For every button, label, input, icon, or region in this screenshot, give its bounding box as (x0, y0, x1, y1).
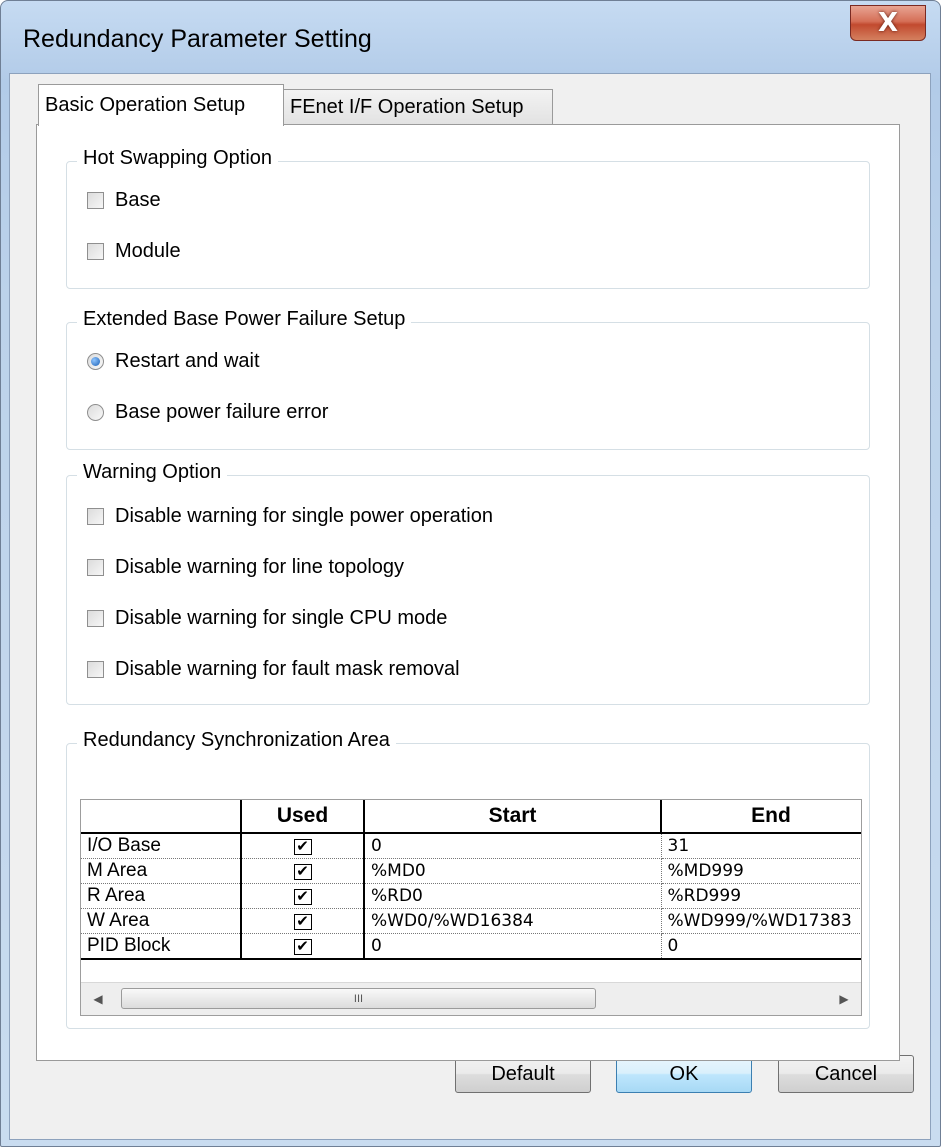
checkbox-label: Disable warning for single CPU mode (115, 607, 448, 629)
used-cell[interactable]: ✔ (241, 908, 365, 934)
column-header-end[interactable]: End (661, 800, 861, 834)
grip-icon: III (353, 992, 364, 1005)
checkbox-box[interactable] (87, 610, 104, 627)
row-name: I/O Base (81, 833, 242, 859)
checkbox-label: Disable warning for fault mask removal (115, 658, 460, 680)
scroll-right-arrow-icon[interactable]: ▶ (833, 988, 855, 1010)
module-checkbox[interactable]: Module (87, 240, 181, 263)
table-header-row: Used Start End (81, 800, 861, 834)
checkbox-label: Disable warning for line topology (115, 556, 405, 578)
end-cell[interactable]: %WD999/%WD17383 (661, 908, 861, 934)
disable-warning-single-cpu-checkbox[interactable]: Disable warning for single CPU mode (87, 607, 447, 630)
table-row: PID Block ✔ 0 0 (81, 933, 861, 960)
column-header (81, 800, 242, 834)
power-failure-legend: Extended Base Power Failure Setup (77, 308, 412, 331)
table-row: I/O Base ✔ 0 31 (81, 833, 861, 859)
radio-selected-icon[interactable] (87, 353, 104, 370)
used-checkbox[interactable]: ✔ (293, 914, 312, 930)
warning-option-group: Warning Option Disable warning for singl… (66, 461, 870, 705)
checkbox-label: Module (115, 240, 181, 262)
used-cell[interactable]: ✔ (241, 933, 365, 960)
start-cell[interactable]: %RD0 (364, 883, 662, 909)
table-row: R Area ✔ %RD0 %RD999 (81, 883, 861, 909)
checkbox-label: Base (115, 189, 161, 211)
close-icon: X (877, 8, 899, 38)
window-title: Redundancy Parameter Setting (23, 25, 372, 53)
used-checkbox[interactable]: ✔ (293, 889, 312, 905)
warning-option-legend: Warning Option (77, 461, 228, 484)
start-cell[interactable]: 0 (364, 833, 662, 859)
dialog-client-area: Basic Operation Setup FEnet I/F Operatio… (9, 73, 931, 1140)
column-header-used[interactable]: Used (241, 800, 365, 834)
title-bar[interactable]: Redundancy Parameter Setting X (1, 1, 940, 73)
end-cell[interactable]: %MD999 (661, 858, 861, 884)
base-checkbox[interactable]: Base (87, 189, 161, 212)
dialog-window: Redundancy Parameter Setting X Basic Ope… (0, 0, 941, 1147)
scroll-left-arrow-icon[interactable]: ◀ (87, 988, 109, 1010)
start-cell[interactable]: 0 (364, 933, 662, 960)
hot-swapping-group: Hot Swapping Option Base Module (66, 147, 870, 289)
disable-warning-single-power-checkbox[interactable]: Disable warning for single power operati… (87, 505, 493, 528)
used-cell[interactable]: ✔ (241, 883, 365, 909)
base-power-failure-error-radio[interactable]: Base power failure error (87, 401, 328, 424)
tab-basic-operation-setup[interactable]: Basic Operation Setup (38, 84, 284, 126)
column-header-start[interactable]: Start (364, 800, 662, 834)
radio-unselected-icon[interactable] (87, 404, 104, 421)
start-cell[interactable]: %MD0 (364, 858, 662, 884)
disable-warning-line-topology-checkbox[interactable]: Disable warning for line topology (87, 556, 404, 579)
checkbox-box[interactable] (87, 192, 104, 209)
table-row: W Area ✔ %WD0/%WD16384 %WD999/%WD17383 (81, 908, 861, 934)
checkbox-box[interactable] (87, 508, 104, 525)
horizontal-scrollbar[interactable]: ◀ III ▶ (81, 982, 861, 1015)
sync-area-group: Redundancy Synchronization Area Used Sta… (66, 729, 870, 1029)
checkbox-box[interactable] (87, 243, 104, 260)
used-checkbox[interactable]: ✔ (293, 939, 312, 955)
used-checkbox[interactable]: ✔ (293, 839, 312, 855)
row-name: R Area (81, 883, 242, 909)
restart-and-wait-radio[interactable]: Restart and wait (87, 350, 260, 373)
row-name: M Area (81, 858, 242, 884)
checkbox-label: Disable warning for single power operati… (115, 505, 493, 527)
checkbox-box[interactable] (87, 661, 104, 678)
end-cell[interactable]: %RD999 (661, 883, 861, 909)
end-cell[interactable]: 31 (661, 833, 861, 859)
row-name: PID Block (81, 933, 242, 960)
table-row: M Area ✔ %MD0 %MD999 (81, 858, 861, 884)
close-button[interactable]: X (850, 5, 926, 41)
tab-fenet-if-operation-setup[interactable]: FEnet I/F Operation Setup (283, 89, 553, 125)
scrollbar-thumb[interactable]: III (121, 988, 596, 1009)
used-checkbox[interactable]: ✔ (293, 864, 312, 880)
sync-area-legend: Redundancy Synchronization Area (77, 729, 396, 752)
end-cell[interactable]: 0 (661, 933, 861, 960)
checkbox-box[interactable] (87, 559, 104, 576)
disable-warning-fault-mask-checkbox[interactable]: Disable warning for fault mask removal (87, 658, 460, 681)
row-name: W Area (81, 908, 242, 934)
power-failure-group: Extended Base Power Failure Setup Restar… (66, 308, 870, 450)
sync-area-table: Used Start End I/O Base ✔ 0 31 M Area ✔ … (81, 800, 861, 960)
tab-panel: Hot Swapping Option Base Module Extended… (36, 124, 900, 1061)
used-cell[interactable]: ✔ (241, 858, 365, 884)
hot-swapping-legend: Hot Swapping Option (77, 147, 279, 170)
radio-label: Base power failure error (115, 401, 329, 423)
sync-area-grid: Used Start End I/O Base ✔ 0 31 M Area ✔ … (80, 799, 862, 1016)
used-cell[interactable]: ✔ (241, 833, 365, 859)
radio-label: Restart and wait (115, 350, 260, 372)
start-cell[interactable]: %WD0/%WD16384 (364, 908, 662, 934)
